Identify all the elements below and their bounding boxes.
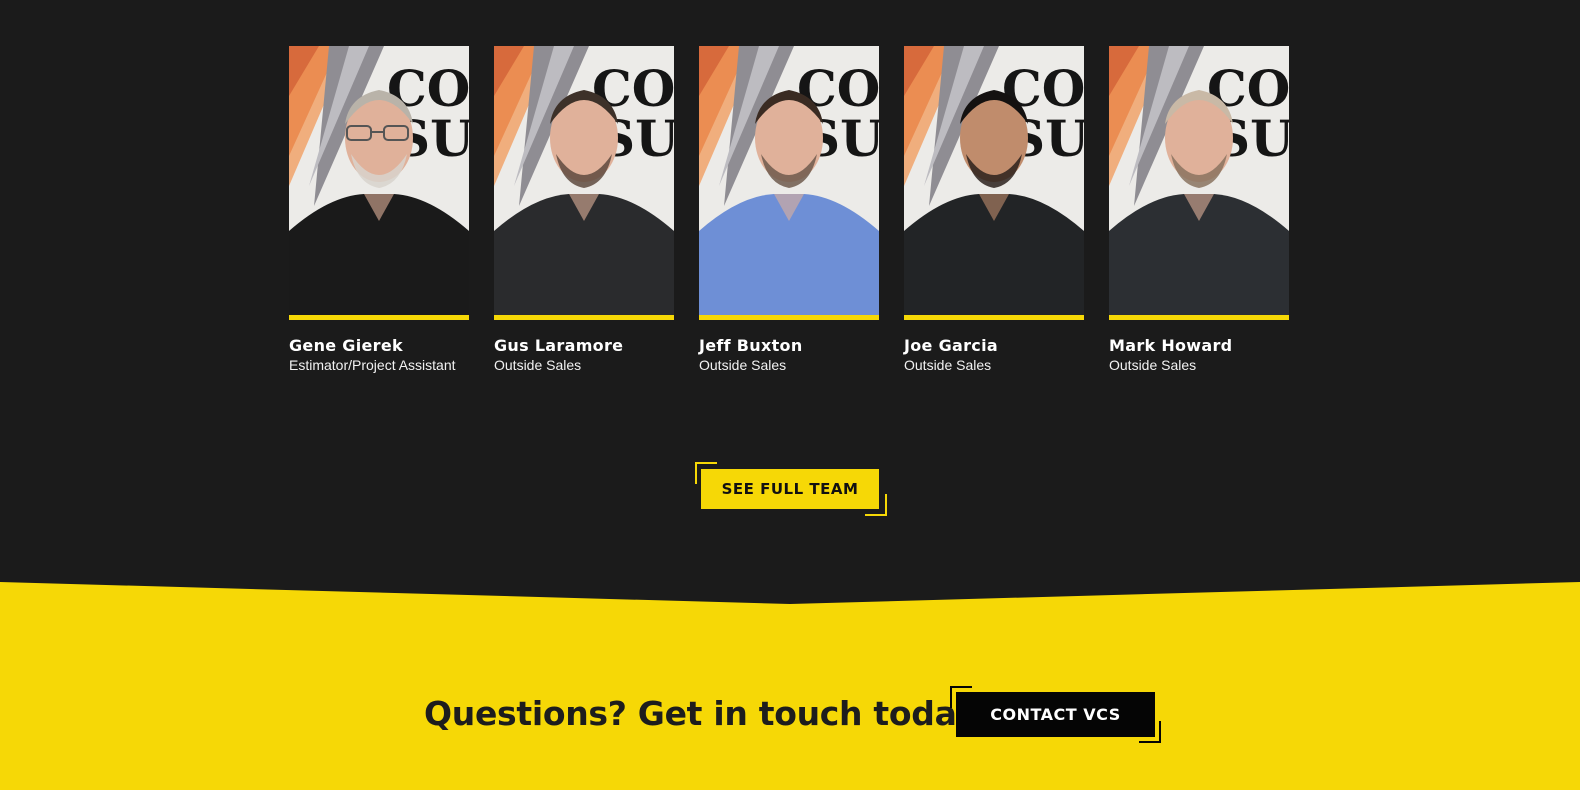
team-member-photo: CO SU xyxy=(699,46,879,320)
team-member-role: Outside Sales xyxy=(699,357,787,373)
team-member-role: Outside Sales xyxy=(904,357,992,373)
team-member-role: Outside Sales xyxy=(1109,357,1197,373)
team-member-photo: CO SU xyxy=(1109,46,1289,320)
team-member-name: Gus Laramore xyxy=(494,336,624,355)
team-member-card: CO SU Jeff Buxton Outside Sales xyxy=(699,46,879,373)
team-member-role: Outside Sales xyxy=(494,357,582,373)
contact-vcs-button[interactable]: CONTACT VCS xyxy=(956,692,1155,737)
team-member-name: Jeff Buxton xyxy=(699,336,803,355)
team-member-card: CO SU Gene Gierek Estimator/Project Assista… xyxy=(289,46,469,373)
team-member-photo: CO SU xyxy=(904,46,1084,320)
team-member-card: CO SU Mark Howard Outside Sales xyxy=(1109,46,1289,373)
team-member-photo: CO SU xyxy=(289,46,469,320)
cta-heading: Questions? Get in touch today. xyxy=(424,694,986,733)
cta-band-shape xyxy=(0,582,1580,790)
cta-band xyxy=(0,582,1580,790)
team-member-role: Estimator/Project Assistant xyxy=(289,357,456,373)
team-section: CO SU Gene Gierek Estimator/Project Assista… xyxy=(0,0,1580,600)
team-member-name: Joe Garcia xyxy=(904,336,998,355)
see-full-team-button[interactable]: SEE FULL TEAM xyxy=(701,469,879,509)
team-member-name: Mark Howard xyxy=(1109,336,1233,355)
team-member-name: Gene Gierek xyxy=(289,336,403,355)
team-member-card: CO SU Joe Garcia Outside Sales xyxy=(904,46,1084,373)
team-member-card: CO SU Gus Laramore Outside Sales xyxy=(494,46,674,373)
team-grid: CO SU Gene Gierek Estimator/Project Assista… xyxy=(289,46,1289,373)
team-member-photo: CO SU xyxy=(494,46,674,320)
